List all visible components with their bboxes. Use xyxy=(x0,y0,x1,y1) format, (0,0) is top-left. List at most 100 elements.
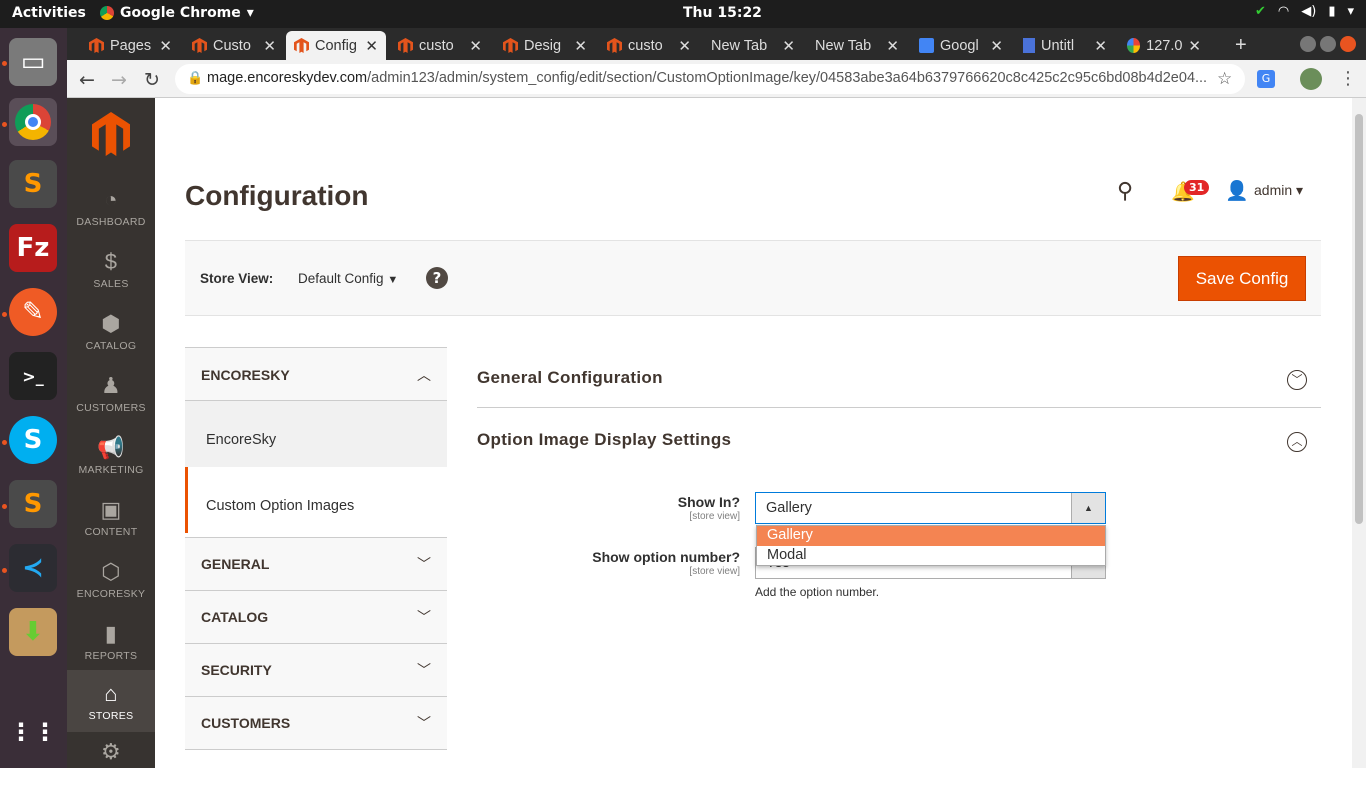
system-tray[interactable]: ✔ ◠ ◀) ▮ ▾ xyxy=(1255,4,1354,19)
person-icon: ♟ xyxy=(100,373,122,398)
option-gallery[interactable]: Gallery xyxy=(757,526,1105,546)
magento-favicon xyxy=(89,38,104,53)
new-tab-button[interactable]: + xyxy=(1227,31,1255,60)
url-bar[interactable]: 🔒 mage.encoreskydev.com/admin123/admin/sy… xyxy=(175,64,1245,94)
sublime-icon-2[interactable]: S xyxy=(9,480,57,528)
lock-icon: 🔒 xyxy=(187,70,204,85)
browser-tab[interactable]: custo ✕ xyxy=(599,31,699,60)
browser-tab[interactable]: Pages ✕ xyxy=(81,31,180,60)
chevron-up-icon: ︿ xyxy=(417,367,431,383)
close-icon[interactable]: ✕ xyxy=(469,37,482,55)
expand-icon: ﹀ xyxy=(1287,370,1307,390)
show-in-select[interactable]: Gallery ▲ xyxy=(755,492,1106,524)
scrollbar-thumb[interactable] xyxy=(1355,114,1363,524)
clock[interactable]: Thu 15:22 xyxy=(683,5,762,21)
page-scrollbar[interactable] xyxy=(1352,98,1366,768)
close-icon[interactable]: ✕ xyxy=(263,37,276,55)
user-icon[interactable]: 👤 xyxy=(1225,179,1249,202)
chrome-dock-icon[interactable] xyxy=(9,98,57,146)
files-icon[interactable]: ▭ xyxy=(9,38,57,86)
menu-catalog[interactable]: ⬢ CATALOG xyxy=(67,310,155,372)
search-icon[interactable]: ⚲ xyxy=(1117,179,1133,204)
tab-group-catalog[interactable]: CATALOG ﹀ xyxy=(185,590,447,644)
skype-icon[interactable]: S xyxy=(9,416,57,464)
store-view-label: Store View: xyxy=(200,271,274,286)
close-icon[interactable]: ✕ xyxy=(574,37,587,55)
activities-button[interactable]: Activities xyxy=(12,5,86,21)
close-icon[interactable]: ✕ xyxy=(678,37,691,55)
store-view-switcher[interactable]: Default Config ▼ xyxy=(298,271,398,286)
terminal-icon[interactable]: >_ xyxy=(9,352,57,400)
option-modal[interactable]: Modal xyxy=(757,546,1105,566)
section-general-configuration[interactable]: General Configuration ﹀ xyxy=(477,358,1321,408)
postman-icon[interactable]: ✎ xyxy=(9,288,57,336)
caret-down-icon: ▾ xyxy=(1347,4,1354,19)
menu-dashboard[interactable]: ◔ DASHBOARD xyxy=(67,186,155,248)
url-host: mage.encoreskydev.com xyxy=(207,70,368,86)
apps-grid-icon[interactable]: ⋮⋮ xyxy=(9,708,57,756)
tab-group-security[interactable]: SECURITY ﹀ xyxy=(185,643,447,697)
menu-encoresky[interactable]: ⬡ ENCORESKY xyxy=(67,558,155,620)
back-icon[interactable]: ← xyxy=(79,69,95,91)
content-icon: ▣ xyxy=(100,497,122,522)
browser-tab[interactable]: Untitl ✕ xyxy=(1015,31,1115,60)
tab-group-encoresky[interactable]: ENCORESKY ︿ xyxy=(185,347,447,401)
magento-logo[interactable] xyxy=(92,112,130,156)
chevron-down-icon: ﹀ xyxy=(417,662,431,678)
forward-icon[interactable]: → xyxy=(111,69,127,91)
profile-avatar[interactable] xyxy=(1300,68,1322,90)
volume-icon: ◀) xyxy=(1301,4,1317,19)
battery-icon: ▮ xyxy=(1328,4,1336,19)
reload-icon[interactable]: ↻ xyxy=(144,69,160,91)
sublime-icon[interactable]: S xyxy=(9,160,57,208)
maximize-icon[interactable] xyxy=(1320,36,1336,52)
admin-user-menu[interactable]: admin ▾ xyxy=(1254,182,1303,199)
installer-icon[interactable]: ⬇ xyxy=(9,608,57,656)
menu-sales[interactable]: $ SALES xyxy=(67,248,155,310)
section-display-settings[interactable]: Option Image Display Settings ︿ xyxy=(477,420,1321,460)
close-icon[interactable]: ✕ xyxy=(782,37,795,55)
tab-group-customers[interactable]: CUSTOMERS ﹀ xyxy=(185,696,447,750)
browser-tab[interactable]: New Tab ✕ xyxy=(703,31,803,60)
tab-item-encoresky[interactable]: EncoreSky xyxy=(185,401,447,467)
browser-tab[interactable]: 127.0 ✕ xyxy=(1119,31,1209,60)
menu-stores[interactable]: ⌂ STORES xyxy=(67,670,155,732)
menu-marketing[interactable]: 📢 MARKETING xyxy=(67,434,155,496)
browser-tab-active[interactable]: Config ✕ xyxy=(286,31,386,60)
translate-extension-icon[interactable]: G xyxy=(1257,70,1275,88)
close-icon[interactable]: ✕ xyxy=(159,37,172,55)
filezilla-icon[interactable]: Fz xyxy=(9,224,57,272)
menu-system[interactable]: ⚙ xyxy=(67,738,155,800)
browser-tab[interactable]: Desig ✕ xyxy=(495,31,595,60)
menu-kebab-icon[interactable]: ⋮ xyxy=(1339,68,1357,89)
vscode-icon[interactable]: ≺ xyxy=(9,544,57,592)
browser-tab[interactable]: Googl ✕ xyxy=(911,31,1011,60)
app-menu[interactable]: Google Chrome ▾ xyxy=(100,5,254,21)
close-icon[interactable]: ✕ xyxy=(365,37,378,55)
minimize-icon[interactable] xyxy=(1300,36,1316,52)
close-icon[interactable]: ✕ xyxy=(1094,37,1107,55)
caret-down-icon: ▾ xyxy=(1296,182,1304,198)
magento-favicon xyxy=(192,38,207,53)
menu-customers[interactable]: ♟ CUSTOMERS xyxy=(67,372,155,434)
tab-item-custom-option-images[interactable]: Custom Option Images xyxy=(185,467,447,533)
close-icon[interactable]: ✕ xyxy=(990,37,1003,55)
show-in-scope: [store view] xyxy=(689,511,740,522)
hexagon-icon: ⬡ xyxy=(101,559,121,584)
close-window-icon[interactable] xyxy=(1340,36,1356,52)
show-in-label: Show In? xyxy=(677,494,740,510)
close-icon[interactable]: ✕ xyxy=(886,37,899,55)
save-config-button[interactable]: Save Config xyxy=(1178,256,1306,301)
ubuntu-dock: ▭ S Fz ✎ >_ S S ≺ ⬇ ⋮⋮ xyxy=(0,28,67,768)
browser-tab[interactable]: custo ✕ xyxy=(390,31,490,60)
menu-content[interactable]: ▣ CONTENT xyxy=(67,496,155,558)
tab-group-general[interactable]: GENERAL ﹀ xyxy=(185,537,447,591)
browser-tab[interactable]: New Tab ✕ xyxy=(807,31,907,60)
store-icon: ⌂ xyxy=(104,681,118,706)
browser-tab[interactable]: Custo ✕ xyxy=(184,31,284,60)
docs-favicon xyxy=(1023,38,1035,53)
store-view-bar: Store View: Default Config ▼ ? Save Conf… xyxy=(185,240,1321,316)
close-icon[interactable]: ✕ xyxy=(1188,37,1201,55)
help-icon[interactable]: ? xyxy=(426,267,448,289)
bookmark-star-icon[interactable]: ☆ xyxy=(1217,69,1232,89)
